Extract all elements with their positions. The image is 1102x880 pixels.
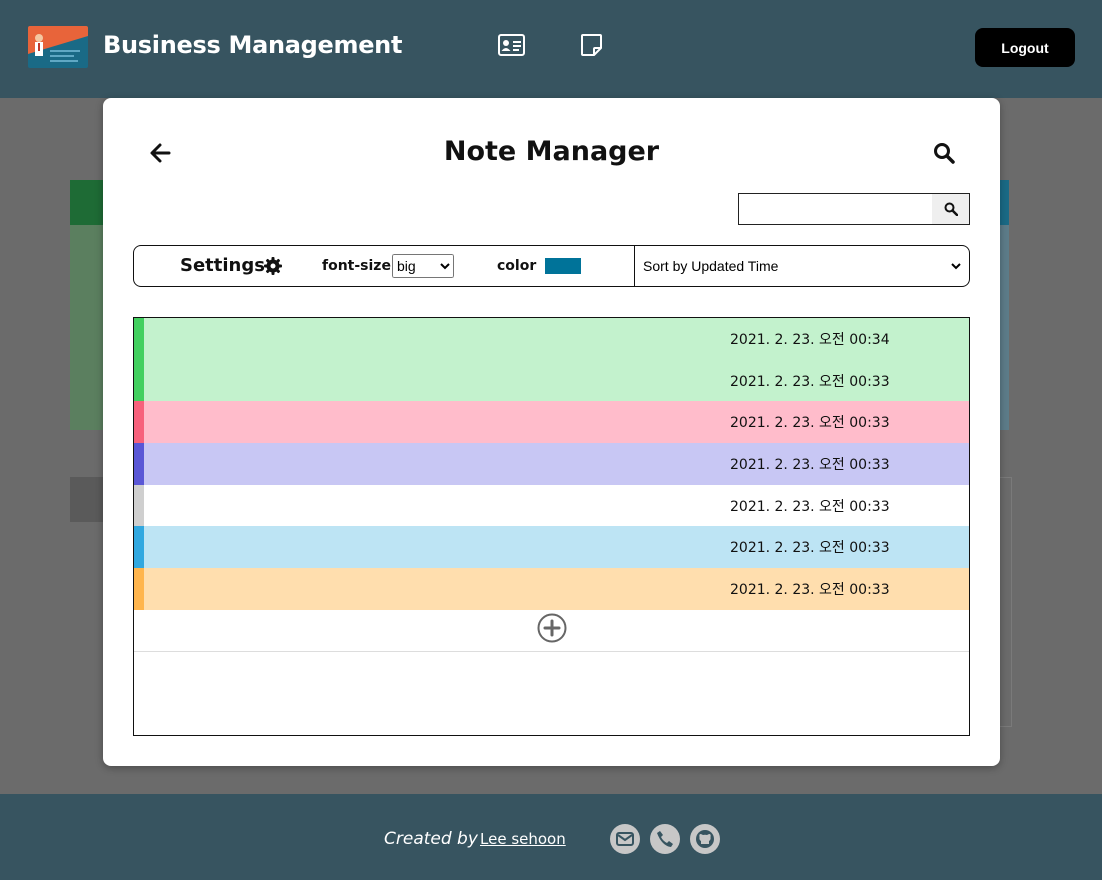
- email-icon[interactable]: [610, 824, 640, 854]
- search-icon: [944, 202, 958, 216]
- note-item[interactable]: 2021. 2. 23. 오전 00:33: [134, 568, 969, 610]
- color-swatch[interactable]: [545, 258, 581, 274]
- note-item[interactable]: 2021. 2. 23. 오전 00:33: [134, 401, 969, 444]
- gear-icon[interactable]: [264, 257, 282, 279]
- note-item[interactable]: 2021. 2. 23. 오전 00:33: [134, 359, 969, 402]
- font-size-label: font-size: [322, 258, 391, 274]
- note-item[interactable]: 2021. 2. 23. 오전 00:33: [134, 443, 969, 485]
- note-color-stripe: [134, 568, 144, 610]
- modal-title: Note Manager: [443, 136, 660, 167]
- note-color-stripe: [134, 318, 144, 360]
- note-timestamp: 2021. 2. 23. 오전 00:33: [730, 581, 890, 598]
- note-timestamp: 2021. 2. 23. 오전 00:33: [730, 540, 890, 557]
- note-timestamp: 2021. 2. 23. 오전 00:33: [730, 456, 890, 473]
- color-label: color: [497, 258, 537, 274]
- logout-button[interactable]: Logout: [975, 28, 1075, 67]
- app-title: Business Management: [103, 31, 403, 59]
- note-timestamp: 2021. 2. 23. 오전 00:34: [730, 331, 890, 348]
- github-icon[interactable]: [690, 824, 720, 854]
- note-color-stripe: [134, 401, 144, 444]
- settings-bar: Settings font-size big color Sort by Upd…: [133, 245, 970, 287]
- app-logo: [28, 26, 88, 68]
- note-search-input[interactable]: [739, 194, 932, 224]
- note-search-box: [738, 193, 970, 225]
- author-link[interactable]: Lee sehoon: [480, 830, 566, 848]
- note-timestamp: 2021. 2. 23. 오전 00:33: [730, 373, 890, 390]
- note-timestamp: 2021. 2. 23. 오전 00:33: [730, 415, 890, 432]
- font-size-select[interactable]: big: [392, 254, 454, 278]
- note-timestamp: 2021. 2. 23. 오전 00:33: [730, 498, 890, 515]
- note-color-stripe: [134, 484, 144, 527]
- note-search-button[interactable]: [932, 194, 969, 224]
- sort-select[interactable]: Sort by Updated Time: [639, 253, 964, 279]
- app-header: Business Management Logout: [0, 0, 1102, 98]
- note-item[interactable]: 2021. 2. 23. 오전 00:33: [134, 484, 969, 527]
- sticky-note-icon[interactable]: [580, 33, 603, 61]
- add-note-icon[interactable]: [537, 613, 567, 647]
- note-manager-modal: Note Manager Settings font-size big colo…: [103, 98, 1000, 766]
- note-color-stripe: [134, 526, 144, 569]
- phone-icon[interactable]: [650, 824, 680, 854]
- note-list: 2021. 2. 23. 오전 00:34 2021. 2. 23. 오전 00:…: [133, 317, 970, 736]
- note-color-stripe: [134, 443, 144, 485]
- settings-divider: [634, 245, 635, 287]
- search-icon[interactable]: [933, 142, 955, 168]
- created-by-label: Created by: [384, 829, 478, 849]
- note-color-stripe: [134, 359, 144, 402]
- settings-label: Settings: [180, 255, 265, 276]
- note-item[interactable]: 2021. 2. 23. 오전 00:33: [134, 526, 969, 569]
- contact-card-icon[interactable]: [498, 33, 525, 61]
- add-note-row: [134, 610, 969, 652]
- note-item[interactable]: 2021. 2. 23. 오전 00:34: [134, 318, 969, 360]
